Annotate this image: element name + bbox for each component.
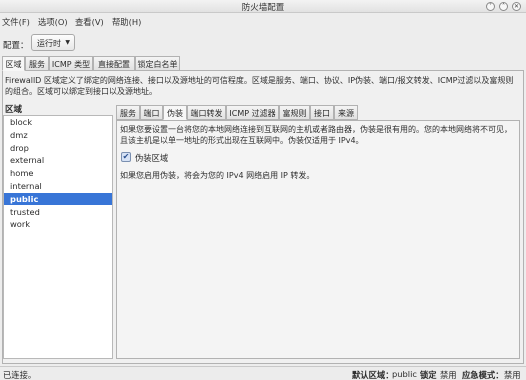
panic-mode-label: 应急模式： (462, 370, 504, 380)
zone-item-public[interactable]: public (4, 192, 112, 205)
masquerade-description: 如果您要设置一台将您的本地网络连接到互联网的主机或者路由器，伪装是很有用的。您的… (120, 125, 512, 145)
config-label: 配置： (3, 41, 29, 51)
chevron-down-icon: ▼ (65, 39, 70, 46)
default-zone-label: 默认区域： (352, 370, 394, 380)
default-zone-value: public (392, 369, 417, 379)
tab-zone-ports[interactable]: 端口 (140, 105, 163, 120)
tab-zone-interfaces[interactable]: 接口 (310, 105, 334, 120)
maximize-icon[interactable]: ˄ (499, 2, 508, 11)
title-bar: 防火墙配置 ˅ ˄ ✕ (0, 0, 526, 13)
menu-help[interactable]: 帮助(H) (112, 16, 141, 28)
zone-item-external[interactable]: external (4, 154, 112, 166)
menu-bar: 文件(F) 选项(O) 查看(V) 帮助(H) (0, 14, 526, 29)
config-select-value: 运行时 (37, 39, 61, 48)
zones-description: FirewallD 区域定义了绑定的网络连接、接口以及源地址的可信程度。区域是服… (5, 76, 514, 96)
tab-direct-config[interactable]: 直接配置 (93, 56, 135, 71)
tab-icmp-types[interactable]: ICMP 类型 (49, 56, 93, 71)
lockdown-value: 禁用 (440, 370, 457, 380)
zone-item-internal[interactable]: internal (4, 180, 112, 192)
panic-mode-value: 禁用 (504, 370, 521, 380)
zone-item-home[interactable]: home (4, 167, 112, 179)
tab-zone-sources[interactable]: 来源 (334, 105, 358, 120)
zone-list[interactable]: block dmz drop external home internal pu… (3, 115, 113, 359)
tab-services[interactable]: 服务 (25, 56, 49, 71)
config-select[interactable]: 运行时 ▼ (31, 34, 75, 51)
masquerade-checkbox-label[interactable]: 伪装区域 (135, 152, 168, 164)
tab-zone-masquerade[interactable]: 伪装 (163, 105, 187, 120)
tab-zone-icmp-filter[interactable]: ICMP 过滤器 (226, 105, 279, 120)
masquerade-note: 如果您启用伪装，将会为您的 IPv4 网络启用 IP 转发。 (120, 171, 315, 180)
tab-zone-port-forwarding[interactable]: 端口转发 (187, 105, 226, 120)
zone-item-block[interactable]: block (4, 116, 112, 128)
zone-item-work[interactable]: work (4, 218, 112, 230)
status-bar: 已连接。 默认区域： public 锁定 禁用 应急模式： 禁用 (0, 366, 526, 380)
zone-settings-panel (116, 120, 520, 359)
zone-list-header: 区域 (5, 105, 23, 115)
lockdown-label: 锁定 (420, 370, 437, 380)
masquerade-checkbox[interactable]: ✔ (121, 152, 131, 162)
connection-status: 已连接。 (3, 370, 37, 380)
zone-item-trusted[interactable]: trusted (4, 206, 112, 218)
menu-file[interactable]: 文件(F) (2, 16, 30, 28)
menu-view[interactable]: 查看(V) (75, 16, 104, 28)
zone-item-drop[interactable]: drop (4, 142, 112, 154)
window-title: 防火墙配置 (241, 3, 285, 13)
menu-options[interactable]: 选项(O) (38, 16, 68, 28)
close-icon[interactable]: ✕ (512, 2, 521, 11)
tab-zone-services[interactable]: 服务 (116, 105, 140, 120)
zone-item-dmz[interactable]: dmz (4, 129, 112, 141)
minimize-icon[interactable]: ˅ (486, 2, 495, 11)
tab-zones[interactable]: 区域 (2, 56, 25, 71)
tab-zone-rich-rules[interactable]: 富规则 (279, 105, 310, 120)
tab-lockdown-whitelist[interactable]: 锁定白名单 (135, 56, 180, 71)
